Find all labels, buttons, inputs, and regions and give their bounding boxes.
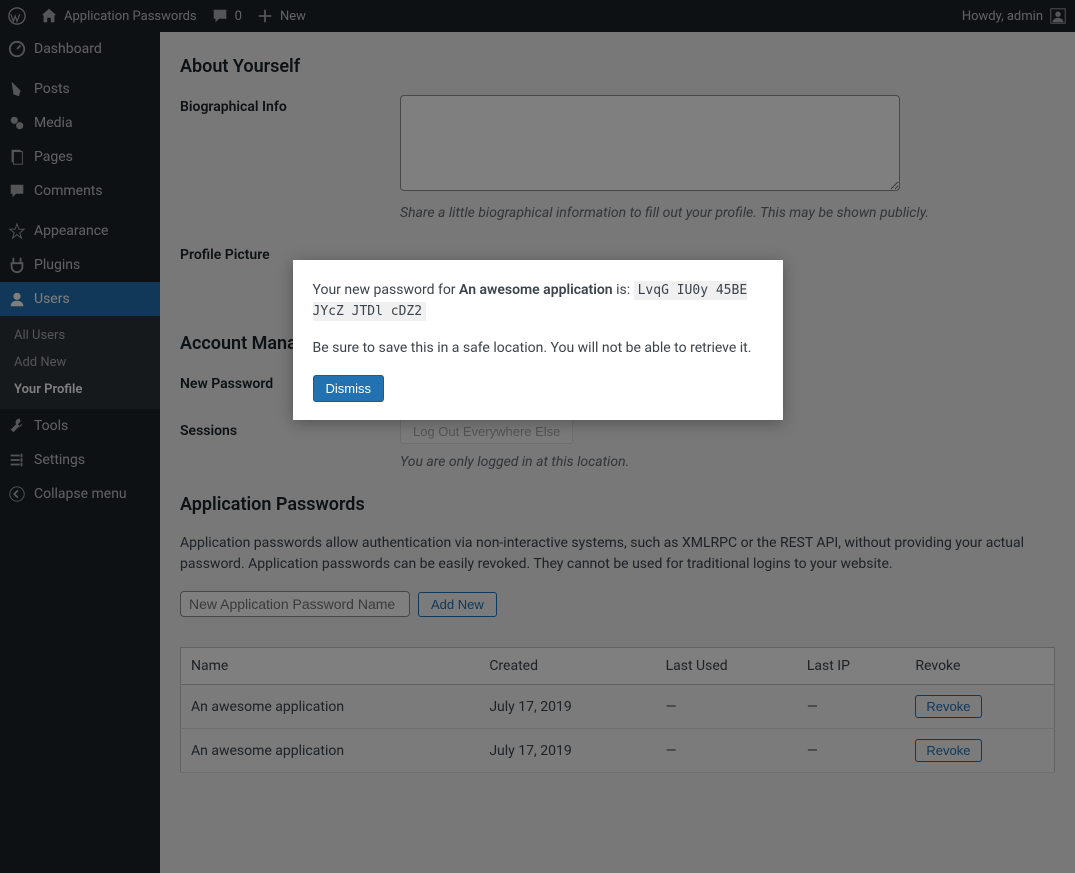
dialog-password-line: Your new password for An awesome applica…: [313, 280, 763, 322]
dialog-warning: Be sure to save this in a safe location.…: [313, 338, 763, 359]
dismiss-button[interactable]: Dismiss: [313, 375, 385, 402]
new-password-dialog: Your new password for An awesome applica…: [293, 260, 783, 420]
modal-overlay: Your new password for An awesome applica…: [0, 0, 1075, 873]
dialog-app-name: An awesome application: [459, 282, 613, 298]
